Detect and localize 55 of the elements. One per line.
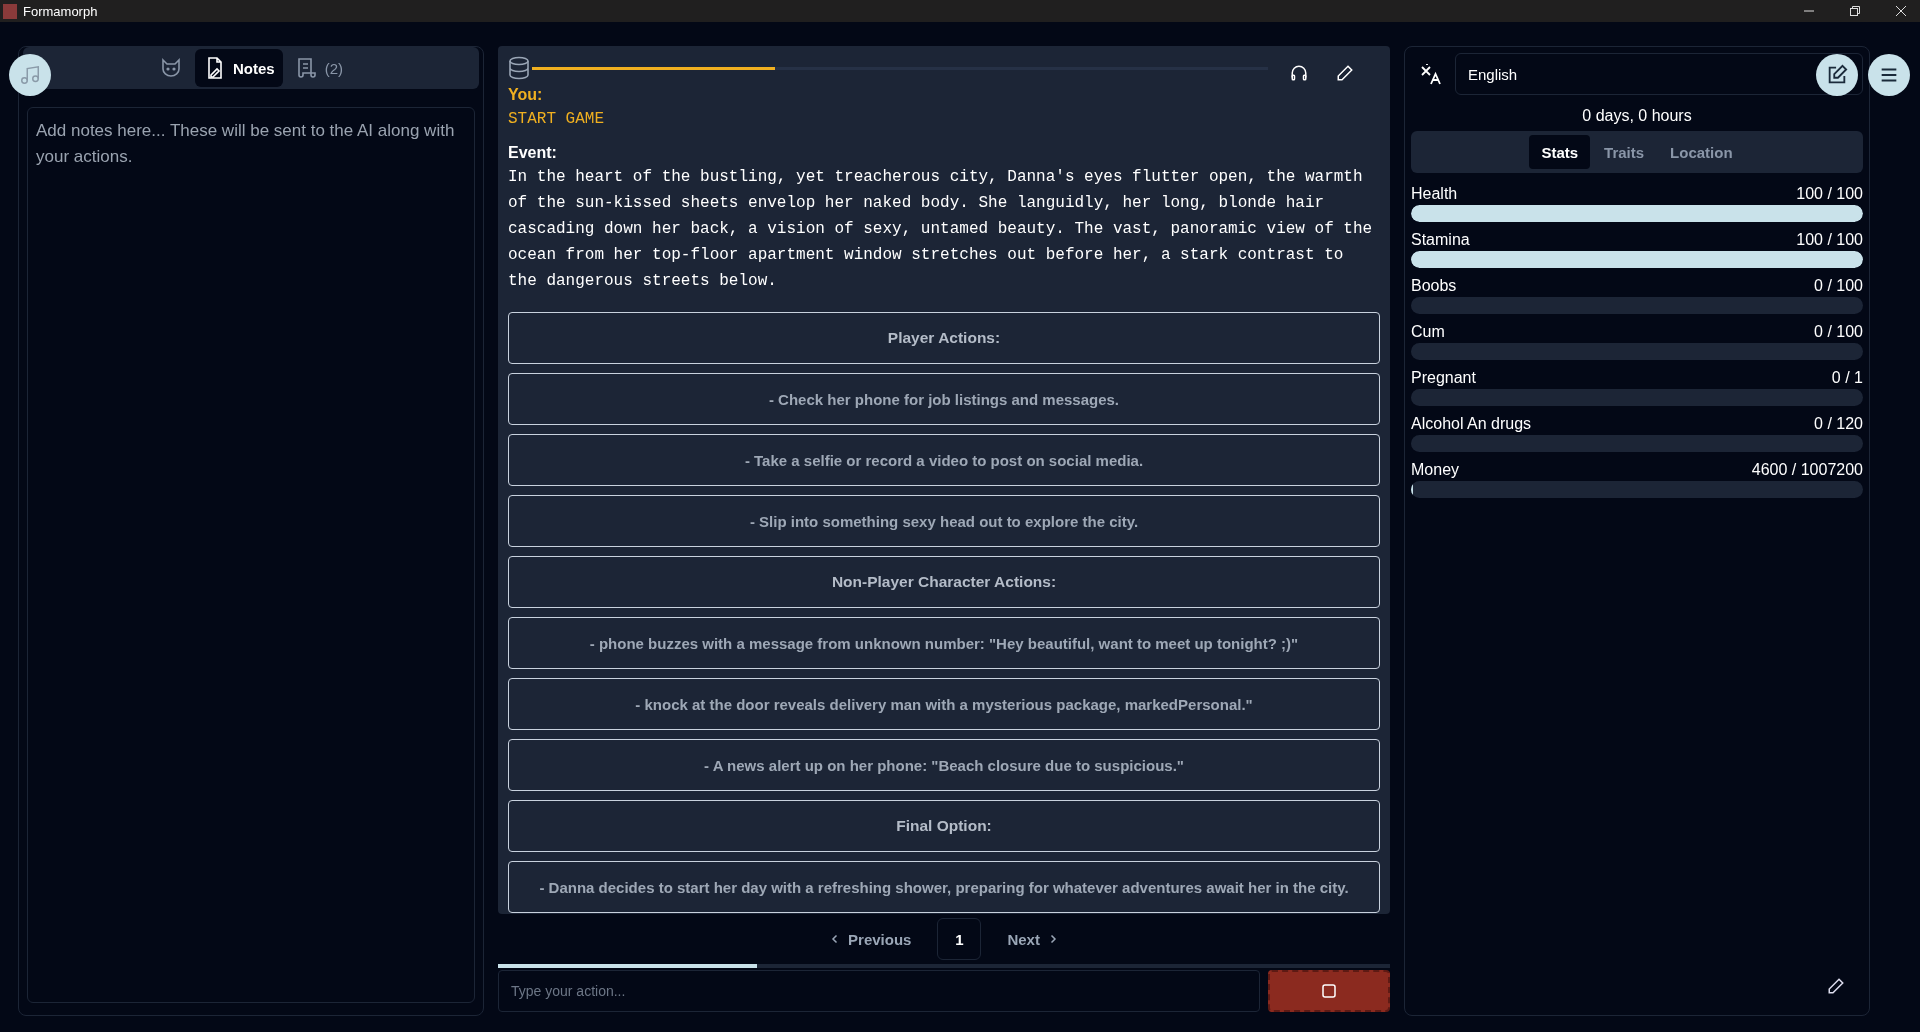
action-option-button[interactable]: - A news alert up on her phone: "Beach closure due to suspicious." bbox=[508, 739, 1380, 791]
music-button[interactable] bbox=[9, 54, 51, 96]
edit-button[interactable] bbox=[1816, 54, 1858, 96]
action-option-button[interactable]: - knock at the door reveals delivery man with a mysterious package, markedPersonal." bbox=[508, 678, 1380, 730]
next-button[interactable]: Next bbox=[1001, 929, 1064, 949]
stat-reading: 4600 / 1007200 bbox=[1751, 461, 1863, 479]
stats-tab[interactable]: Stats bbox=[1529, 135, 1591, 169]
pencil-icon[interactable] bbox=[1827, 977, 1845, 995]
stat-reading: 0 / 120 bbox=[1814, 415, 1863, 433]
notes-field[interactable]: Add notes here... These will be sent to the AI along with your actions. bbox=[27, 107, 475, 1003]
window-title: Formamorph bbox=[23, 3, 98, 19]
game-time: 0 days, 0 hours bbox=[1581, 107, 1693, 125]
previous-button[interactable]: Previous bbox=[824, 929, 918, 949]
panel-tab[interactable]: (2) bbox=[286, 49, 351, 87]
music-note-icon bbox=[19, 64, 41, 86]
stat-name: Money bbox=[1411, 461, 1460, 479]
stat-reading: 0 / 100 bbox=[1814, 277, 1863, 295]
app-icon bbox=[3, 3, 17, 19]
section-heading-button[interactable]: Final Option: bbox=[508, 800, 1380, 852]
stat-name: Cum bbox=[1411, 323, 1445, 341]
stat-name: Health bbox=[1411, 185, 1458, 203]
close-icon[interactable] bbox=[1896, 6, 1906, 16]
section-heading-button[interactable]: Non-Player Character Actions: bbox=[508, 556, 1380, 608]
action-option-button[interactable]: - Check her phone for job listings and messages. bbox=[508, 373, 1380, 425]
translate-icon bbox=[1419, 62, 1443, 86]
stats-tab[interactable]: Traits bbox=[1592, 135, 1657, 169]
stat-reading: 100 / 100 bbox=[1796, 231, 1863, 249]
section-heading-button[interactable]: Player Actions: bbox=[508, 312, 1380, 364]
event-label: Event: bbox=[508, 144, 558, 162]
you-label: You: bbox=[508, 86, 544, 104]
stop-icon bbox=[1321, 983, 1337, 999]
stat-reading: 0 / 100 bbox=[1814, 323, 1863, 341]
action-option-button[interactable]: - phone buzzes with a message from unknown number: "Hey beautiful, want to meet up tonight? ;)" bbox=[508, 617, 1380, 669]
stat-name: Pregnant bbox=[1411, 369, 1476, 387]
page-button[interactable]: 1 bbox=[937, 918, 982, 960]
action-input[interactable]: Type your action... bbox=[498, 970, 1260, 1012]
action-option-button[interactable]: - Take a selfie or record a video to post on social media. bbox=[508, 434, 1380, 486]
action-option-button[interactable]: - Slip into something sexy head out to explore the city. bbox=[508, 495, 1380, 547]
stat-name: Stamina bbox=[1411, 231, 1470, 249]
menu-button[interactable] bbox=[1868, 54, 1910, 96]
event-text: In the heart of the bustling, yet treacherous city, Danna's eyes flutter open, the warmth of the sun-kissed sheets envelop her naked body. She languidly, her long, blonde hair cascading down her back, a vision of sexy, untamed beauty. The vast, panoramic view of the ocean from her top-floor apartment window stretches out before her, a stark contrast to the dangerous streets below. bbox=[508, 167, 1374, 292]
edit-icon bbox=[1826, 64, 1848, 86]
stat-reading: 0 / 1 bbox=[1831, 369, 1863, 387]
stat-name: Alcohol An drugs bbox=[1411, 415, 1532, 433]
cat-icon bbox=[159, 56, 183, 80]
language-select[interactable]: English bbox=[1455, 53, 1863, 95]
stats-tab[interactable]: Location bbox=[1658, 135, 1745, 169]
panel-tab[interactable]: Notes bbox=[195, 49, 283, 87]
restore-icon[interactable] bbox=[1850, 6, 1860, 16]
action-option-button[interactable]: - Danna decides to start her day with a refreshing shower, preparing for whatever adventures await her in the city. bbox=[508, 861, 1380, 913]
player-action-text: START GAME bbox=[508, 110, 605, 128]
stat-name: Boobs bbox=[1411, 277, 1457, 295]
database-icon bbox=[508, 56, 530, 80]
headphones-icon[interactable] bbox=[1290, 64, 1308, 82]
stat-reading: 100 / 100 bbox=[1796, 185, 1863, 203]
